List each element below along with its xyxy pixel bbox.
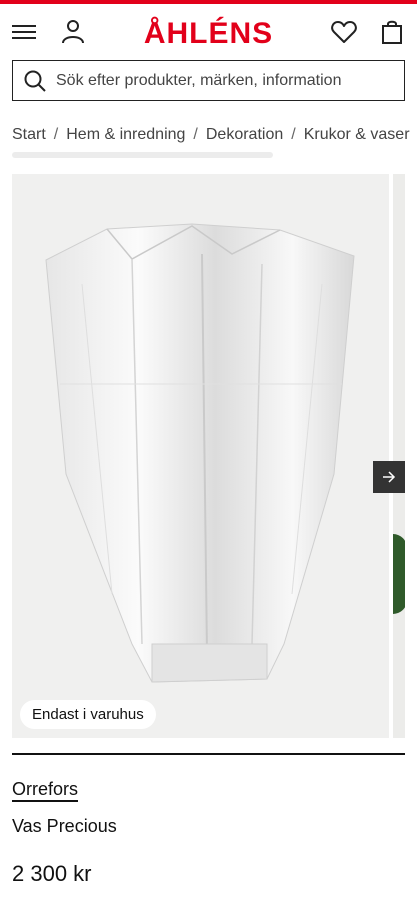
- cart-button[interactable]: [374, 14, 410, 50]
- bag-icon: [382, 20, 402, 44]
- next-product-image-preview[interactable]: [393, 174, 405, 738]
- arrow-right-icon: [383, 471, 396, 483]
- section-divider: [12, 753, 405, 755]
- product-price: 2 300 kr: [12, 861, 92, 886]
- wishlist-button[interactable]: [326, 14, 362, 50]
- search-icon[interactable]: [23, 69, 47, 93]
- store-only-badge: Endast i varuhus: [20, 700, 156, 729]
- breadcrumb: Start / Hem & inredning / Dekoration / Krukor …: [12, 126, 417, 150]
- gallery-next-button[interactable]: [373, 461, 405, 493]
- breadcrumb-scrollbar[interactable]: [12, 152, 273, 158]
- product-brand-link[interactable]: Orrefors: [12, 779, 79, 802]
- site-header: ÅHLÉNS: [0, 4, 417, 58]
- heart-icon: [331, 21, 357, 43]
- breadcrumb-item-decoration[interactable]: Dekoration: [206, 126, 283, 143]
- vase-image: [45, 223, 355, 683]
- search-input[interactable]: [56, 65, 396, 96]
- breadcrumb-separator: /: [291, 126, 296, 143]
- leaf-detail: [393, 534, 405, 614]
- breadcrumb-separator: /: [53, 126, 59, 143]
- breadcrumb-separator: /: [193, 126, 198, 143]
- breadcrumb-item-pots-vases[interactable]: Krukor & vaser: [304, 126, 410, 143]
- search-bar[interactable]: [12, 60, 405, 101]
- product-gallery[interactable]: Endast i varuhus: [12, 174, 405, 738]
- breadcrumb-item-home-decor[interactable]: Hem & inredning: [66, 126, 185, 143]
- product-name: Vas Precious: [12, 816, 117, 836]
- product-image[interactable]: Endast i varuhus: [12, 174, 389, 738]
- breadcrumb-item-start[interactable]: Start: [12, 126, 46, 143]
